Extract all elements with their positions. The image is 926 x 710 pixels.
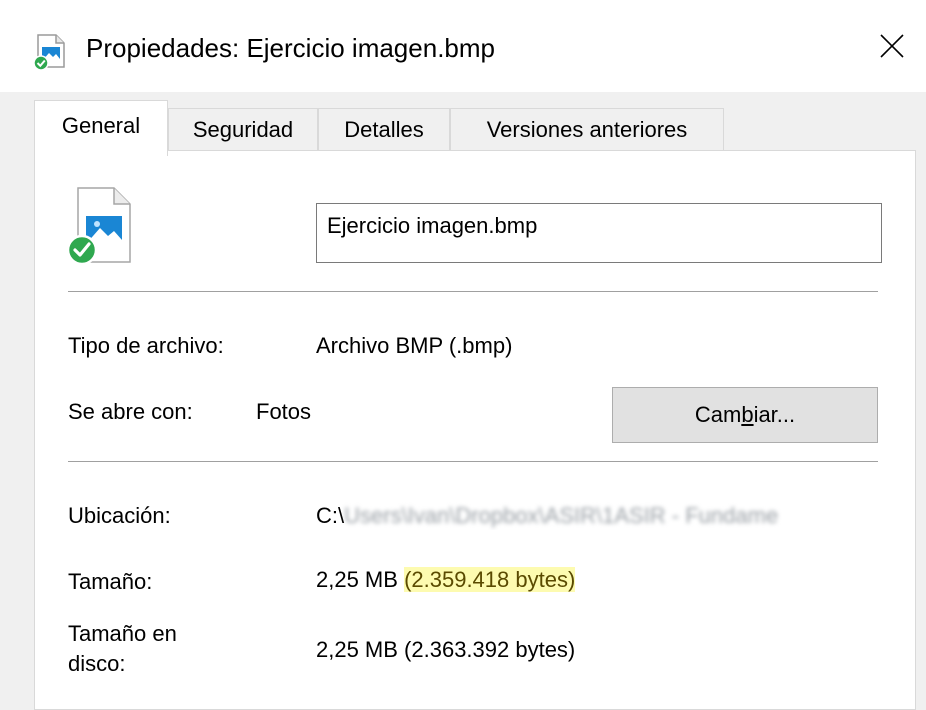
location-value: C:\Users\Ivan\Dropbox\ASIR\1ASIR - Funda…: [316, 503, 779, 528]
size-label: Tamaño:: [68, 569, 153, 594]
title-bar: Propiedades: Ejercicio imagen.bmp: [0, 0, 926, 92]
bmp-file-icon: [64, 186, 140, 268]
location-label: Ubicación:: [68, 503, 171, 528]
bmp-file-icon: [32, 33, 70, 71]
file-type-value: Archivo BMP (.bmp): [316, 333, 513, 358]
close-button[interactable]: [866, 22, 918, 74]
opens-with-label: Se abre con:: [68, 399, 193, 424]
opens-with-value: Fotos: [256, 399, 312, 424]
tab-seguridad[interactable]: Seguridad: [168, 108, 318, 152]
tab-versiones-anteriores[interactable]: Versiones anteriores: [450, 108, 724, 152]
file-name-field[interactable]: [316, 203, 882, 263]
tab-general[interactable]: General: [34, 100, 168, 156]
change-button[interactable]: Cambiar...: [612, 387, 878, 443]
window-title: Propiedades: Ejercicio imagen.bmp: [86, 33, 495, 63]
size-bytes-highlight: (2.359.418 bytes): [404, 567, 576, 592]
divider: [68, 461, 878, 462]
size-value: 2,25 MB (2.359.418 bytes): [316, 567, 576, 592]
file-type-label: Tipo de archivo:: [68, 333, 224, 358]
sync-check-icon: [66, 234, 98, 266]
close-icon: [878, 32, 906, 65]
tab-detalles[interactable]: Detalles: [318, 108, 450, 152]
divider: [68, 291, 878, 292]
size-on-disk-label-line1: Tamaño en: [68, 621, 177, 646]
size-on-disk-value: 2,25 MB (2.363.392 bytes): [316, 637, 576, 662]
properties-dialog: Propiedades: Ejercicio imagen.bmp Genera…: [0, 0, 926, 710]
size-on-disk-label-line2: disco:: [68, 651, 126, 676]
